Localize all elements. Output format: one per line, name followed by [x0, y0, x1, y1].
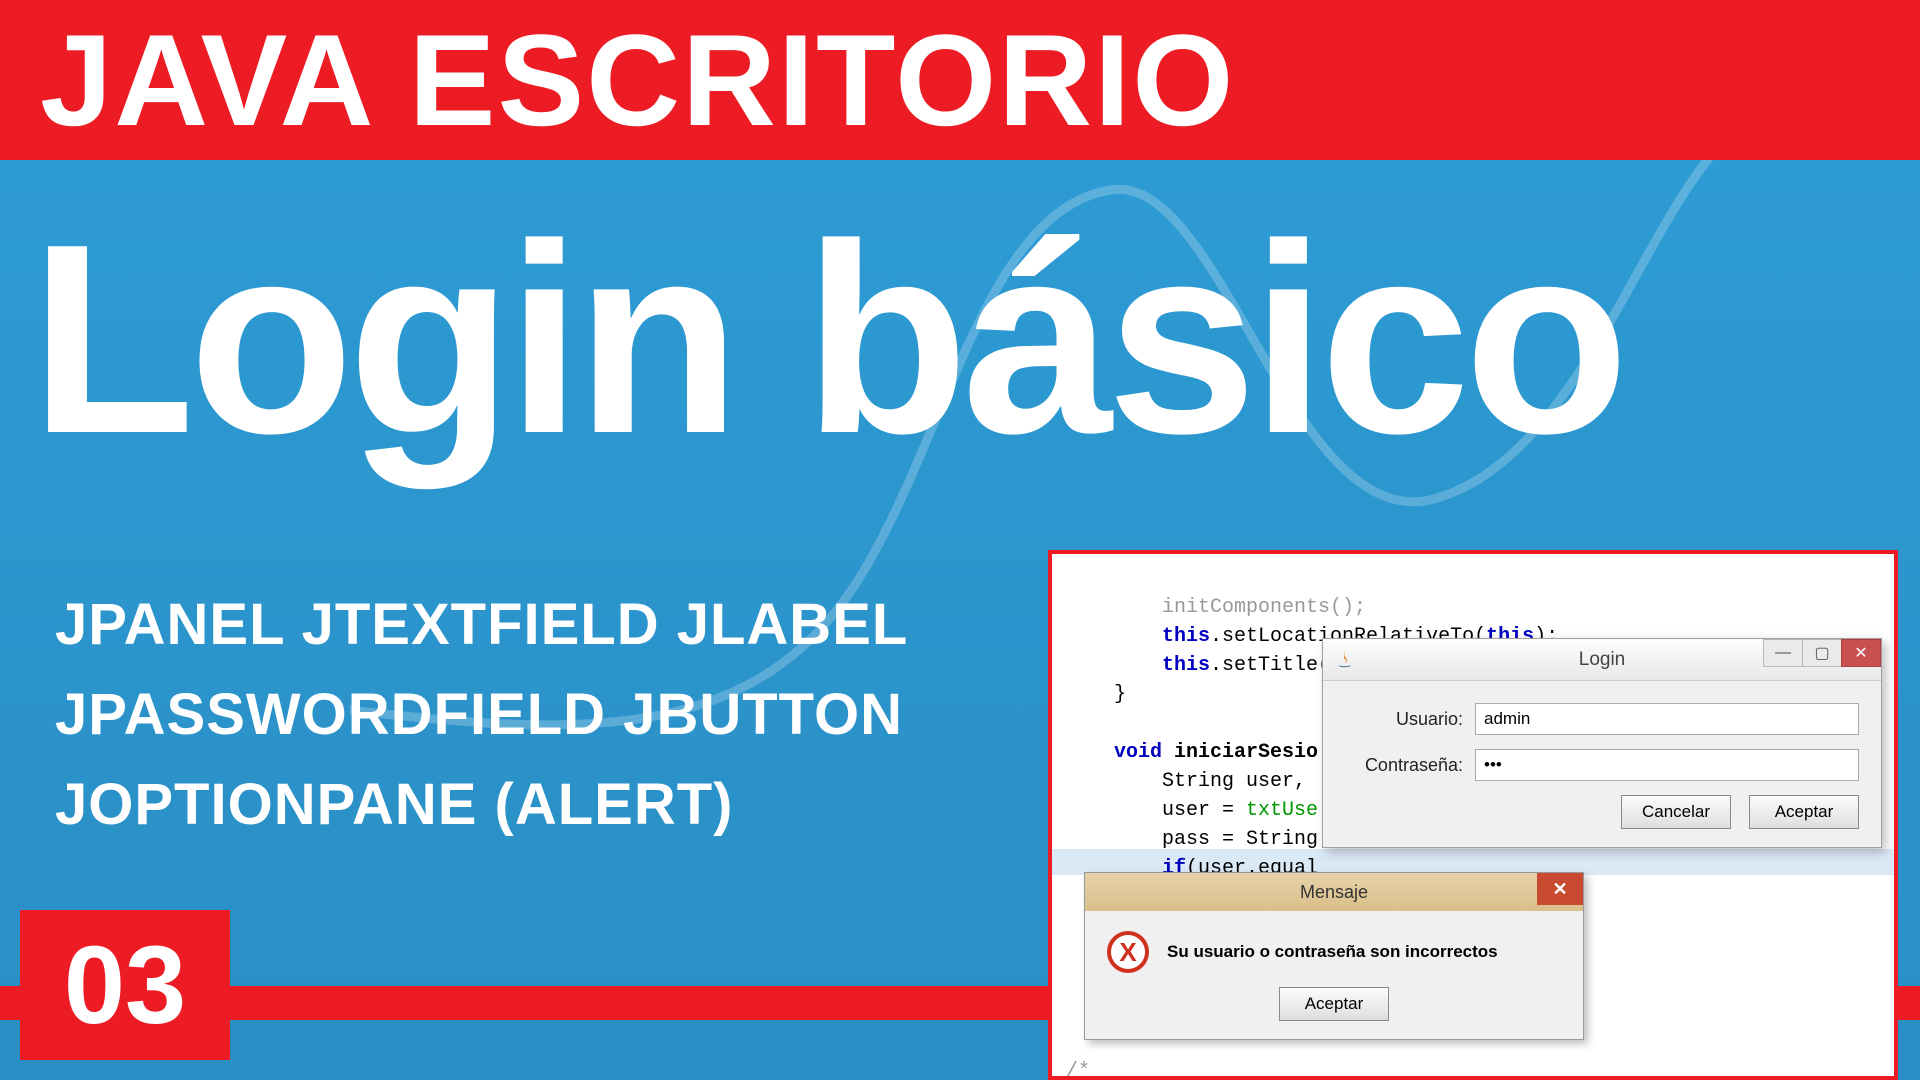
message-close-button[interactable]: ✕: [1537, 873, 1583, 905]
code-token: iniciarSesio: [1162, 741, 1318, 764]
code-token: pass = String: [1114, 828, 1318, 851]
password-row: Contraseña:: [1345, 749, 1859, 781]
code-token: initComponents();: [1162, 596, 1366, 619]
login-titlebar[interactable]: Login — ▢ ✕: [1323, 639, 1881, 681]
code-token: user =: [1114, 799, 1246, 822]
message-dialog: Mensaje ✕ X Su usuario o contraseña son …: [1084, 872, 1584, 1040]
minimize-button[interactable]: —: [1763, 639, 1803, 667]
main-area: Login básico JPANEL JTEXTFIELD JLABEL JP…: [0, 160, 1920, 1080]
message-text: Su usuario o contraseña son incorrectos: [1167, 942, 1498, 962]
code-token: this: [1162, 654, 1210, 677]
message-body: X Su usuario o contraseña son incorrecto…: [1085, 911, 1583, 987]
login-window: Login — ▢ ✕ Usuario: Contraseña: Cancela…: [1322, 638, 1882, 848]
message-accept-button[interactable]: Aceptar: [1279, 987, 1389, 1021]
password-label: Contraseña:: [1345, 755, 1475, 776]
maximize-button[interactable]: ▢: [1802, 639, 1842, 667]
message-button-row: Aceptar: [1085, 987, 1583, 1039]
header-title: JAVA ESCRITORIO: [40, 5, 1235, 155]
login-button-row: Cancelar Aceptar: [1345, 795, 1859, 829]
subtitle-line-1: JPANEL JTEXTFIELD JLABEL: [55, 580, 908, 670]
accept-button[interactable]: Aceptar: [1749, 795, 1859, 829]
episode-badge: 03: [20, 910, 230, 1060]
header-band: JAVA ESCRITORIO: [0, 0, 1920, 160]
subtitle-block: JPANEL JTEXTFIELD JLABEL JPASSWORDFIELD …: [55, 580, 908, 850]
password-input[interactable]: [1475, 749, 1859, 781]
user-row: Usuario:: [1345, 703, 1859, 735]
code-token: txtUse: [1246, 799, 1318, 822]
episode-number: 03: [64, 922, 186, 1049]
code-token: void: [1114, 741, 1162, 764]
subtitle-line-3: JOPTIONPANE (ALERT): [55, 760, 908, 850]
user-input[interactable]: [1475, 703, 1859, 735]
code-comment: /*: [1066, 1060, 1090, 1080]
error-icon: X: [1107, 931, 1149, 973]
subtitle-line-2: JPASSWORDFIELD JBUTTON: [55, 670, 908, 760]
login-body: Usuario: Contraseña: Cancelar Aceptar: [1323, 681, 1881, 847]
code-screenshot-panel: initComponents(); this.setLocationRelati…: [1048, 550, 1898, 1080]
code-token: String user,: [1114, 770, 1306, 793]
code-token: this: [1162, 625, 1210, 648]
message-title: Mensaje: [1300, 882, 1368, 903]
cancel-button[interactable]: Cancelar: [1621, 795, 1731, 829]
close-button[interactable]: ✕: [1841, 639, 1881, 667]
code-token: .setTitle(: [1210, 654, 1330, 677]
message-titlebar[interactable]: Mensaje ✕: [1085, 873, 1583, 911]
main-title: Login básico: [30, 205, 1623, 475]
window-buttons: — ▢ ✕: [1764, 639, 1881, 669]
user-label: Usuario:: [1345, 709, 1475, 730]
code-token: }: [1114, 683, 1126, 706]
